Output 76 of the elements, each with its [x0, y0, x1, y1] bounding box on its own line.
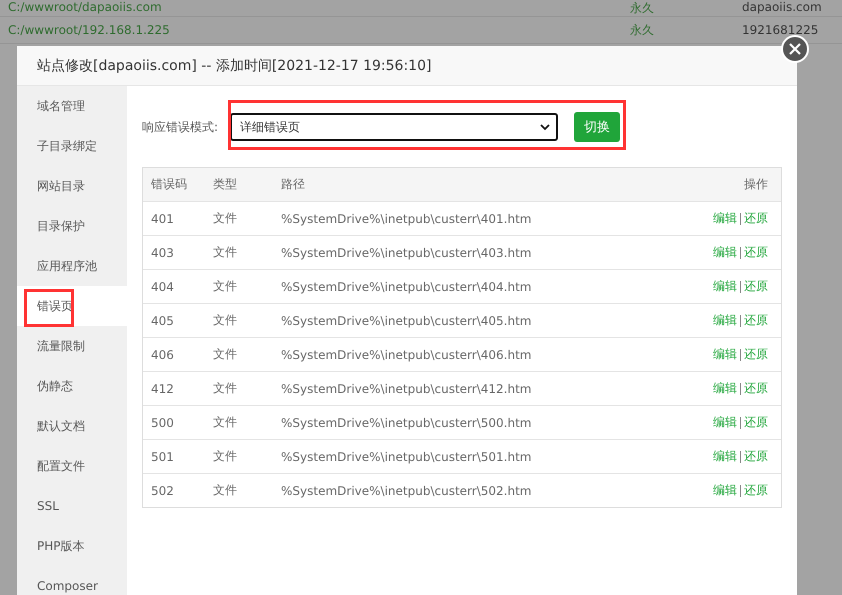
table-cell-text: %SystemDrive%\inetpub\custerr\406.htm [280, 348, 532, 362]
column-header: 路径 [280, 176, 306, 193]
table-cell-text: 403 [150, 246, 175, 260]
sidebar-item[interactable]: Composer [17, 566, 127, 595]
table-cell-text: 文件 [212, 448, 238, 465]
sidebar-item[interactable]: PHP版本 [17, 526, 127, 566]
highlight-frame [24, 289, 74, 327]
column-header: 操作 [743, 176, 769, 193]
edit-link[interactable]: 编辑 [713, 346, 737, 363]
sidebar-item[interactable]: 目录保护 [17, 206, 127, 246]
edit-link[interactable]: 编辑 [713, 210, 737, 227]
sidebar-item[interactable]: 伪静态 [17, 366, 127, 406]
background-table-cell-text: 1921681225 [742, 23, 820, 37]
edit-link[interactable]: 编辑 [713, 448, 737, 465]
dialog-title: 站点修改[dapaoiis.com] -- 添加时间[2021-12-17 19:56:10] [17, 46, 797, 86]
table-cell-text: %SystemDrive%\inetpub\custerr\500.htm [280, 416, 532, 430]
close-button[interactable] [781, 35, 809, 63]
sidebar-item[interactable]: 应用程序池 [17, 246, 127, 286]
table-cell-text: 文件 [212, 210, 238, 227]
table-cell-text: 文件 [212, 346, 238, 363]
edit-link[interactable]: 编辑 [713, 380, 737, 397]
sidebar-item[interactable]: 配置文件 [17, 446, 127, 486]
table-cell-text: 401 [150, 212, 175, 226]
edit-link[interactable]: 编辑 [713, 312, 737, 329]
background-table-cell-text: C:/wwwroot/dapaoiis.com [8, 0, 163, 14]
restore-link[interactable]: 还原 [744, 312, 768, 329]
sidebar-item[interactable]: 默认文档 [17, 406, 127, 446]
sidebar-item[interactable]: 流量限制 [17, 326, 127, 366]
table-cell-text: 412 [150, 382, 175, 396]
restore-link[interactable]: 还原 [744, 448, 768, 465]
table-cell-text: 406 [150, 348, 175, 362]
close-icon [789, 43, 801, 55]
table-cell-text: %SystemDrive%\inetpub\custerr\412.htm [280, 382, 532, 396]
restore-link[interactable]: 还原 [744, 482, 768, 499]
table-cell-text: 502 [150, 484, 175, 498]
table-cell-text: 文件 [212, 312, 238, 329]
sidebar-item[interactable]: SSL [17, 486, 127, 526]
table-cell-text: %SystemDrive%\inetpub\custerr\403.htm [280, 246, 532, 260]
mode-select[interactable]: 详细错误页 [230, 113, 558, 141]
table-cell-text: 文件 [212, 414, 238, 431]
column-header: 类型 [212, 176, 238, 193]
sidebar-item[interactable]: 错误页 [17, 286, 127, 326]
restore-link[interactable]: 还原 [744, 380, 768, 397]
table-cell-text: %SystemDrive%\inetpub\custerr\404.htm [280, 280, 532, 294]
switch-button[interactable]: 切换 [574, 112, 620, 142]
table-cell-text: 500 [150, 416, 175, 430]
background-table-cell-text: C:/wwwroot/192.168.1.225 [8, 23, 171, 37]
table-cell-text: 404 [150, 280, 175, 294]
restore-link[interactable]: 还原 [744, 278, 768, 295]
column-header: 错误码 [150, 176, 188, 193]
table-cell-text: %SystemDrive%\inetpub\custerr\401.htm [280, 212, 532, 226]
edit-link[interactable]: 编辑 [713, 244, 737, 261]
table-cell-text: %SystemDrive%\inetpub\custerr\501.htm [280, 450, 532, 464]
table-cell-text: 文件 [212, 482, 238, 499]
table-cell-text: 文件 [212, 380, 238, 397]
edit-link[interactable]: 编辑 [713, 414, 737, 431]
background-table-cell: dapaoiis.com [742, 0, 822, 14]
table-cell-text: 文件 [212, 278, 238, 295]
table-cell-text: 501 [150, 450, 175, 464]
restore-link[interactable]: 还原 [744, 414, 768, 431]
restore-link[interactable]: 还原 [744, 244, 768, 261]
restore-link[interactable]: 还原 [744, 210, 768, 227]
background-table-cell-text: 永久 [630, 22, 655, 38]
mode-label: 响应错误模式: [142, 118, 220, 136]
table-cell-text: %SystemDrive%\inetpub\custerr\405.htm [280, 314, 532, 328]
sidebar-item[interactable]: 子目录绑定 [17, 126, 127, 166]
chevron-down-icon [540, 124, 550, 130]
edit-link[interactable]: 编辑 [713, 482, 737, 499]
background-table-cell-text: 永久 [630, 0, 655, 17]
sidebar-item[interactable]: 网站目录 [17, 166, 127, 206]
table-cell-text: %SystemDrive%\inetpub\custerr\502.htm [280, 484, 532, 498]
table-cell-text: 文件 [212, 244, 238, 261]
edit-link[interactable]: 编辑 [713, 278, 737, 295]
sidebar-item[interactable]: 域名管理 [17, 86, 127, 126]
restore-link[interactable]: 还原 [744, 346, 768, 363]
table-cell-text: 405 [150, 314, 175, 328]
